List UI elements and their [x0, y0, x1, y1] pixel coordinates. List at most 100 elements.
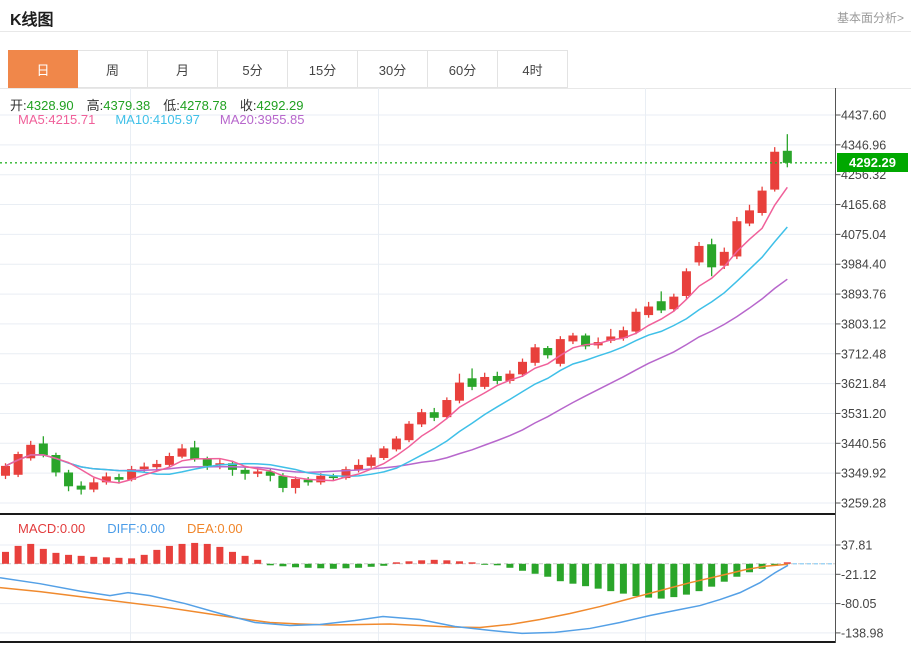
- info-item: MA5:4215.71: [18, 112, 95, 127]
- candle-body: [417, 412, 426, 424]
- bottom-border: [0, 641, 836, 643]
- macd-histogram-bar: [418, 560, 425, 563]
- candle-body: [367, 457, 376, 466]
- info-label: 高:: [87, 98, 104, 113]
- info-value: 4379.38: [103, 98, 150, 113]
- macd-histogram-bar: [355, 564, 362, 568]
- candle-body: [493, 376, 502, 381]
- macd-histogram-bar: [481, 564, 488, 565]
- macd-histogram-bar: [128, 558, 135, 563]
- info-item: DIFF:0.00: [107, 521, 165, 536]
- info-value: 4105.97: [153, 112, 200, 127]
- macd-histogram-bar: [179, 544, 186, 564]
- candle-body: [316, 476, 325, 483]
- macd-histogram-bar: [380, 564, 387, 566]
- macd-histogram-bar: [153, 550, 160, 564]
- y-axis-label: 4346.96: [841, 138, 886, 152]
- macd-histogram-bar: [569, 564, 576, 584]
- candle-body: [707, 244, 716, 267]
- candle-body: [695, 246, 704, 262]
- candle-body: [644, 307, 653, 316]
- y-axis-label: 3621.84: [841, 377, 886, 391]
- tab-period-0[interactable]: 日: [8, 50, 78, 88]
- macd-histogram-bar: [90, 557, 97, 564]
- y-axis-label: 3712.48: [841, 347, 886, 361]
- macd-histogram-bar: [40, 549, 47, 564]
- candle-body: [531, 347, 540, 362]
- tab-period-2[interactable]: 月: [148, 50, 218, 88]
- macd-histogram-bar: [229, 552, 236, 564]
- macd-histogram-bar: [494, 564, 501, 565]
- macd-histogram-bar: [292, 564, 299, 567]
- candle-body: [89, 482, 98, 489]
- tab-period-3[interactable]: 5分: [218, 50, 288, 88]
- page-title: K线图: [10, 6, 54, 30]
- candle-body: [518, 362, 527, 375]
- info-label: DIFF:: [107, 521, 140, 536]
- info-label: 开:: [10, 98, 27, 113]
- candle-body: [152, 464, 161, 467]
- macd-histogram-bar: [342, 564, 349, 568]
- tab-period-1[interactable]: 周: [78, 50, 148, 88]
- candle-body: [278, 476, 287, 488]
- macd-histogram-bar: [317, 564, 324, 568]
- candle-body: [682, 271, 691, 296]
- macd-histogram-bar: [544, 564, 551, 577]
- macd-histogram-bar: [469, 562, 476, 563]
- macd-histogram-bar: [595, 564, 602, 589]
- y-axis-label: 3531.20: [841, 407, 886, 421]
- info-item: 开:4328.90: [10, 98, 87, 113]
- macd-histogram-bar: [267, 564, 274, 565]
- candle-body: [64, 472, 73, 486]
- macd-histogram-bar: [115, 558, 122, 564]
- macd-histogram-bar: [519, 564, 526, 571]
- y-axis-label: 4075.04: [841, 228, 886, 242]
- macd-histogram-bar: [27, 544, 34, 564]
- macd-histogram-bar: [78, 556, 85, 564]
- macd-histogram-bar: [141, 555, 148, 564]
- candle-body: [165, 456, 174, 465]
- candle-body: [14, 454, 23, 475]
- macd-histogram-bar: [166, 546, 173, 564]
- info-value: 4278.78: [180, 98, 227, 113]
- info-label: MA20:: [220, 112, 258, 127]
- tab-period-7[interactable]: 4时: [498, 50, 568, 88]
- macd-histogram-bar: [330, 564, 337, 569]
- info-label: 低:: [163, 98, 180, 113]
- macd-histogram-bar: [582, 564, 589, 586]
- y-axis-label: 4165.68: [841, 198, 886, 212]
- info-label: MA10:: [115, 112, 153, 127]
- macd-histogram-bar: [721, 564, 728, 582]
- tab-period-5[interactable]: 30分: [358, 50, 428, 88]
- candle-body: [77, 486, 86, 490]
- y-axis-label: 3984.40: [841, 258, 886, 272]
- candle-body: [39, 443, 48, 455]
- info-item: DEA:0.00: [187, 521, 243, 536]
- info-item: 收:4292.29: [240, 98, 317, 113]
- candle-body: [405, 424, 414, 440]
- candle-body: [568, 335, 577, 341]
- macd-histogram-bar: [254, 560, 261, 564]
- candle-body: [114, 477, 123, 480]
- macd-histogram-bar: [607, 564, 614, 591]
- candle-body: [468, 378, 477, 387]
- candle-body: [178, 448, 187, 456]
- candle-body: [770, 152, 779, 190]
- macd-histogram-bar: [658, 564, 665, 599]
- y-axis-label: -21.12: [841, 568, 876, 582]
- tab-period-4[interactable]: 15分: [288, 50, 358, 88]
- info-item: 低:4278.78: [163, 98, 240, 113]
- info-value: 4328.90: [27, 98, 74, 113]
- diff-line: [0, 565, 788, 633]
- candle-body: [1, 466, 10, 476]
- candle-body: [392, 439, 401, 450]
- y-axis-label: 3803.12: [841, 317, 886, 331]
- macd-histogram-bar: [733, 564, 740, 577]
- candle-body: [329, 476, 338, 478]
- info-label: DEA:: [187, 521, 217, 536]
- macd-row: MACD:0.00DIFF:0.00DEA:0.00: [18, 521, 265, 536]
- candle-body: [783, 151, 792, 163]
- info-label: 收:: [240, 98, 257, 113]
- tab-period-6[interactable]: 60分: [428, 50, 498, 88]
- fundamental-analysis-link[interactable]: 基本面分析>: [837, 9, 904, 26]
